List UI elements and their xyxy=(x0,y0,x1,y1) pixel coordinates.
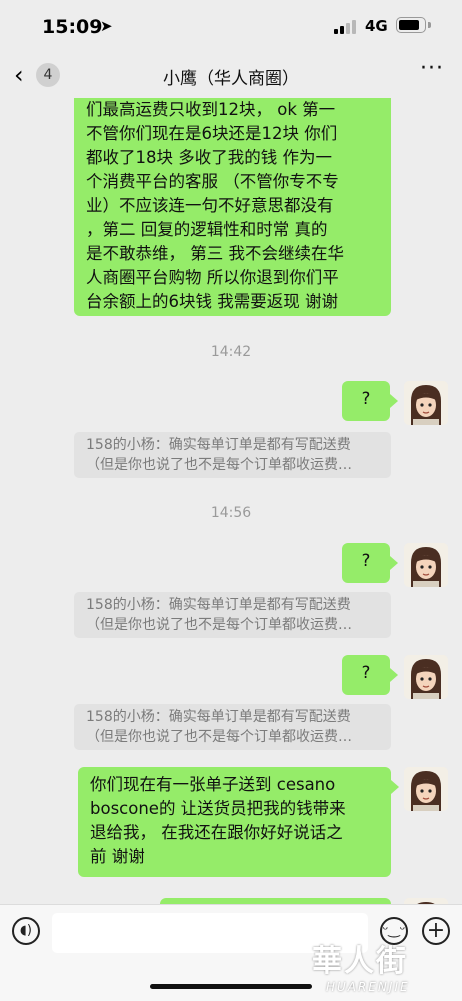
timestamp: 14:42 xyxy=(210,344,252,360)
message-line: 业）不应该连一句不好意思都没有 xyxy=(86,196,334,215)
status-time: 15:09 xyxy=(42,16,103,38)
watermark-chinese: 華人街 xyxy=(312,944,408,979)
message-line: 都收了18块 多收了我的钱 作为一 xyxy=(86,148,332,167)
message-line: 前 谢谢 xyxy=(90,847,145,866)
status-bar: 15:09 ➤ 4G xyxy=(0,0,462,52)
bubble-tail xyxy=(391,780,399,794)
more-options-icon[interactable]: ··· xyxy=(420,56,444,81)
message-line: 不管你们现在是6块还是12块 你们 xyxy=(86,124,338,143)
message-line: ，第二 回复的逻辑性和时常 真的 xyxy=(86,220,328,239)
home-indicator[interactable] xyxy=(150,984,312,989)
quoted-message[interactable]: 158的小杨：确实每单订单是都有写配送费 （但是你也说了也不是每个订单都收运费… xyxy=(74,704,391,750)
timestamp: 14:56 xyxy=(210,505,252,521)
quote-line: （但是你也说了也不是每个订单都收运费… xyxy=(86,457,352,473)
battery-tip xyxy=(428,22,431,28)
quote-line: （但是你也说了也不是每个订单都收运费… xyxy=(86,729,352,745)
message-text: ? xyxy=(361,389,371,408)
quote-line: 158的小杨：确实每单订单是都有写配送费 xyxy=(86,437,351,453)
avatar[interactable] xyxy=(404,543,448,587)
quote-line: 158的小杨：确实每单订单是都有写配送费 xyxy=(86,597,351,613)
watermark-logo: 華人街 HUARENJIE xyxy=(312,936,452,994)
battery-icon xyxy=(396,17,426,33)
bubble-tail xyxy=(390,668,398,682)
message-bubble-outgoing[interactable]: ? xyxy=(342,543,390,583)
bubble-tail xyxy=(390,556,398,570)
message-text: 你们现在有一张单子送到 cesano boscone的 让送货员把我的钱带来 退给我… xyxy=(90,773,379,869)
message-line: 退给我， 在我还在跟你好好说话之 xyxy=(90,823,343,842)
message-line: 们最高运费只收到12块， ok 第一 xyxy=(86,100,336,119)
quote-line: （但是你也说了也不是每个订单都收运费… xyxy=(86,617,352,633)
message-bubble-outgoing[interactable]: ? xyxy=(342,655,390,695)
message-text: ? xyxy=(361,663,371,682)
message-text: ? xyxy=(361,551,371,570)
chat-title: 小鹰（华人商圈） xyxy=(163,69,299,89)
avatar[interactable] xyxy=(404,655,448,699)
message-bubble-outgoing[interactable]: 们最高运费只收到12块， ok 第一 不管你们现在是6块还是12块 你们 都收了18… xyxy=(74,98,391,316)
message-bubble-outgoing[interactable]: ? xyxy=(342,381,390,421)
message-line: 人商圈平台购物 所以你退到你们平 xyxy=(86,268,339,287)
avatar[interactable] xyxy=(404,381,448,425)
location-arrow-icon: ➤ xyxy=(100,17,113,35)
message-line: 你们现在有一张单子送到 cesano xyxy=(90,775,336,794)
watermark-latin: HUARENJIE xyxy=(326,980,410,994)
quoted-message[interactable]: 158的小杨：确实每单订单是都有写配送费 （但是你也说了也不是每个订单都收运费… xyxy=(74,432,391,478)
quoted-message[interactable]: 158的小杨：确实每单订单是都有写配送费 （但是你也说了也不是每个订单都收运费… xyxy=(74,592,391,638)
message-line: boscone的 让送货员把我的钱带来 xyxy=(90,799,346,818)
message-line: 个消费平台的客服 （不管你专不专 xyxy=(86,172,339,191)
message-list[interactable]: 们最高运费只收到12块， ok 第一 不管你们现在是6块还是12块 你们 都收了18… xyxy=(0,98,462,904)
network-type: 4G xyxy=(365,17,388,35)
message-text: 们最高运费只收到12块， ok 第一 不管你们现在是6块还是12块 你们 都收了18… xyxy=(86,98,379,314)
message-line: 台余额上的6块钱 我需要返现 谢谢 xyxy=(86,292,338,311)
message-line: 是不敢恭维， 第三 我不会继续在华 xyxy=(86,244,344,263)
signal-icon xyxy=(334,18,356,34)
bubble-tail xyxy=(390,394,398,408)
voice-input-icon[interactable]: ◖) xyxy=(12,917,40,945)
chat-header: ‹ 4 小鹰（华人商圈） ··· xyxy=(0,52,462,98)
message-bubble-outgoing[interactable]: 你们现在有一张单子送到 cesano boscone的 让送货员把我的钱带来 退给我… xyxy=(78,767,391,877)
quote-line: 158的小杨：确实每单订单是都有写配送费 xyxy=(86,709,351,725)
avatar[interactable] xyxy=(404,767,448,811)
